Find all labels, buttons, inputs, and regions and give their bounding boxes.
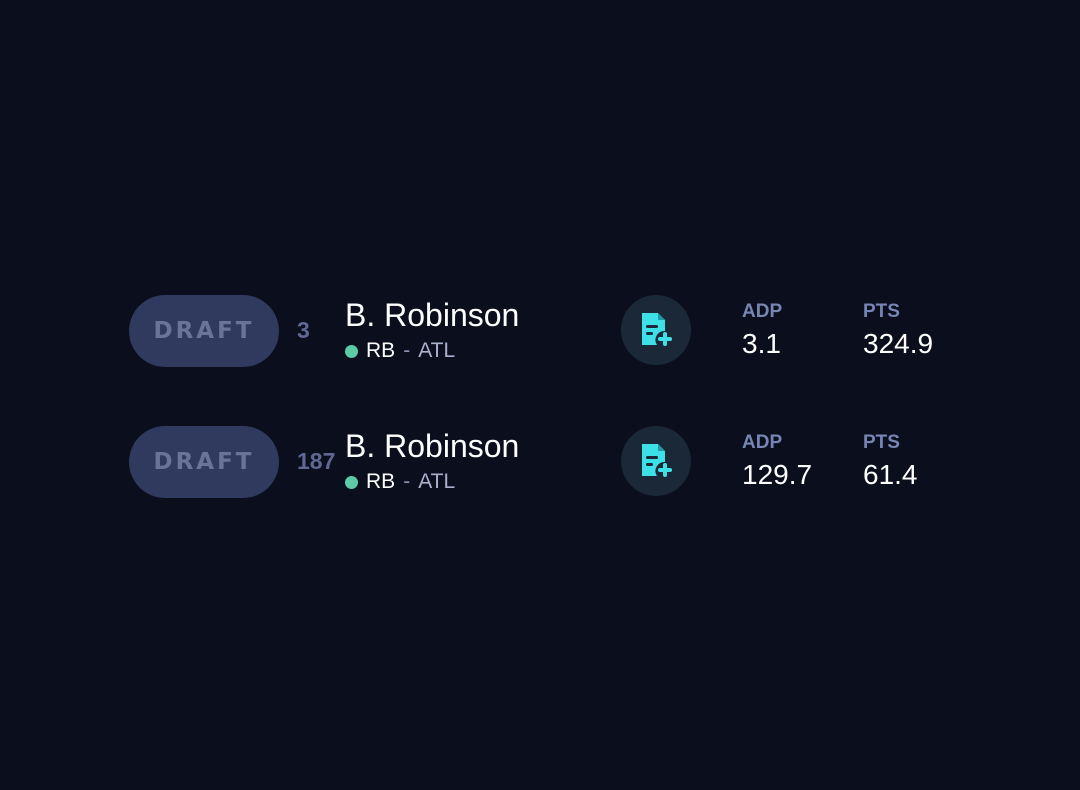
player-row: DRAFT 3 B. Robinson RB - ATL ADP 3.1 PTS: [0, 295, 1080, 375]
pts-stat: PTS 61.4: [863, 432, 918, 492]
pts-label: PTS: [863, 432, 900, 453]
player-team: ATL: [418, 470, 456, 493]
pts-label: PTS: [863, 301, 900, 322]
player-name: B. Robinson: [345, 297, 520, 333]
player-name: B. Robinson: [345, 428, 520, 464]
adp-stat: ADP 3.1: [742, 301, 782, 361]
player-rank: 187: [297, 448, 336, 474]
position-dot-icon: [345, 475, 358, 489]
adp-value: 3.1: [742, 328, 781, 359]
player-meta: RB - ATL: [345, 470, 455, 494]
adp-label: ADP: [742, 432, 783, 453]
adp-label: ADP: [742, 301, 783, 322]
player-row: DRAFT 187 B. Robinson RB - ATL ADP 129.7…: [0, 426, 1080, 506]
add-note-icon: [642, 444, 672, 477]
player-rank: 3: [297, 317, 310, 343]
position-dot-icon: [345, 344, 358, 358]
add-note-button[interactable]: [621, 426, 691, 496]
pts-value: 61.4: [863, 459, 918, 490]
meta-separator: -: [403, 339, 411, 362]
draft-button[interactable]: DRAFT: [129, 426, 279, 498]
player-list: DRAFT 3 B. Robinson RB - ATL ADP 3.1 PTS: [0, 0, 1080, 790]
player-meta: RB - ATL: [345, 339, 455, 363]
player-position: RB: [366, 470, 396, 493]
pts-value: 324.9: [863, 328, 934, 359]
add-note-button[interactable]: [621, 295, 691, 365]
pts-stat: PTS 324.9: [863, 301, 933, 361]
adp-stat: ADP 129.7: [742, 432, 812, 492]
meta-separator: -: [403, 470, 411, 493]
draft-button[interactable]: DRAFT: [129, 295, 279, 367]
player-position: RB: [366, 339, 396, 362]
adp-value: 129.7: [742, 459, 813, 490]
player-team: ATL: [418, 339, 456, 362]
add-note-icon: [642, 313, 672, 346]
